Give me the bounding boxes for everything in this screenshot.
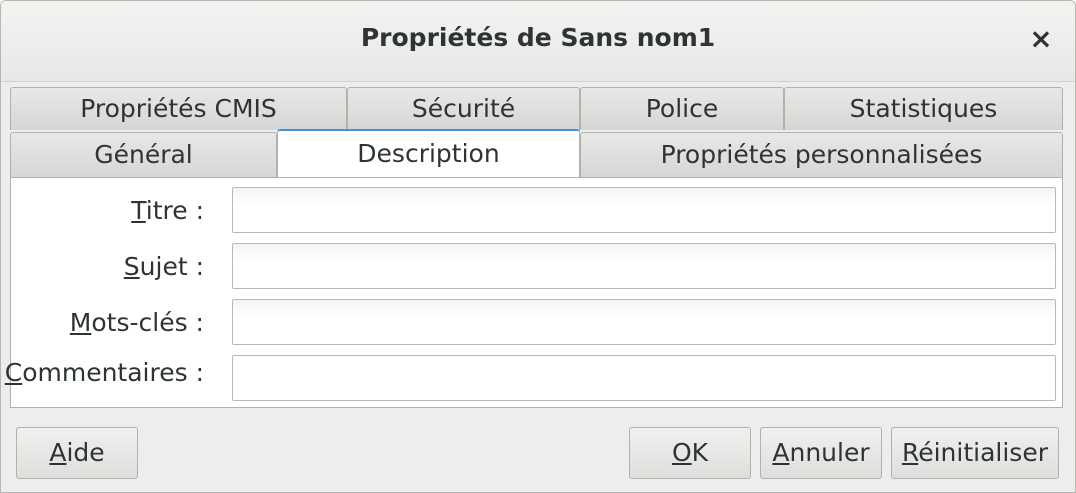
commentaires-label: Commentaires : <box>4 358 204 387</box>
dialog-title: Propriétés de Sans nom1 <box>360 23 716 52</box>
description-panel: Titre : Sujet : Mots-clés : Commentaires… <box>5 177 1063 408</box>
tab-statistiques[interactable]: Statistiques <box>784 87 1063 130</box>
close-icon[interactable]: × <box>1021 19 1061 59</box>
titre-field[interactable] <box>232 187 1056 233</box>
sujet-field[interactable] <box>232 243 1056 289</box>
tab-proprietes-cmis[interactable]: Propriétés CMIS <box>10 87 347 130</box>
mots-cles-field[interactable] <box>232 299 1056 345</box>
titlebar: Propriétés de Sans nom1 × <box>1 1 1075 82</box>
commentaires-field[interactable] <box>232 355 1056 401</box>
tab-proprietes-personnalisees[interactable]: Propriétés personnalisées <box>580 132 1063 177</box>
titre-label: Titre : <box>131 196 204 225</box>
mots-cles-label: Mots-clés : <box>69 308 204 337</box>
aide-button[interactable]: Aide <box>16 427 138 479</box>
tab-police[interactable]: Police <box>580 87 784 130</box>
reinitialiser-button[interactable]: Réinitialiser <box>891 427 1059 479</box>
properties-dialog: Propriétés de Sans nom1 × Propriétés CMI… <box>0 0 1076 493</box>
tab-general[interactable]: Général <box>10 132 277 177</box>
sujet-label: Sujet : <box>123 252 204 281</box>
annuler-button[interactable]: Annuler <box>760 427 882 479</box>
tab-description[interactable]: Description <box>277 129 580 177</box>
ok-button[interactable]: OK <box>629 427 751 479</box>
tab-securite[interactable]: Sécurité <box>347 87 580 130</box>
